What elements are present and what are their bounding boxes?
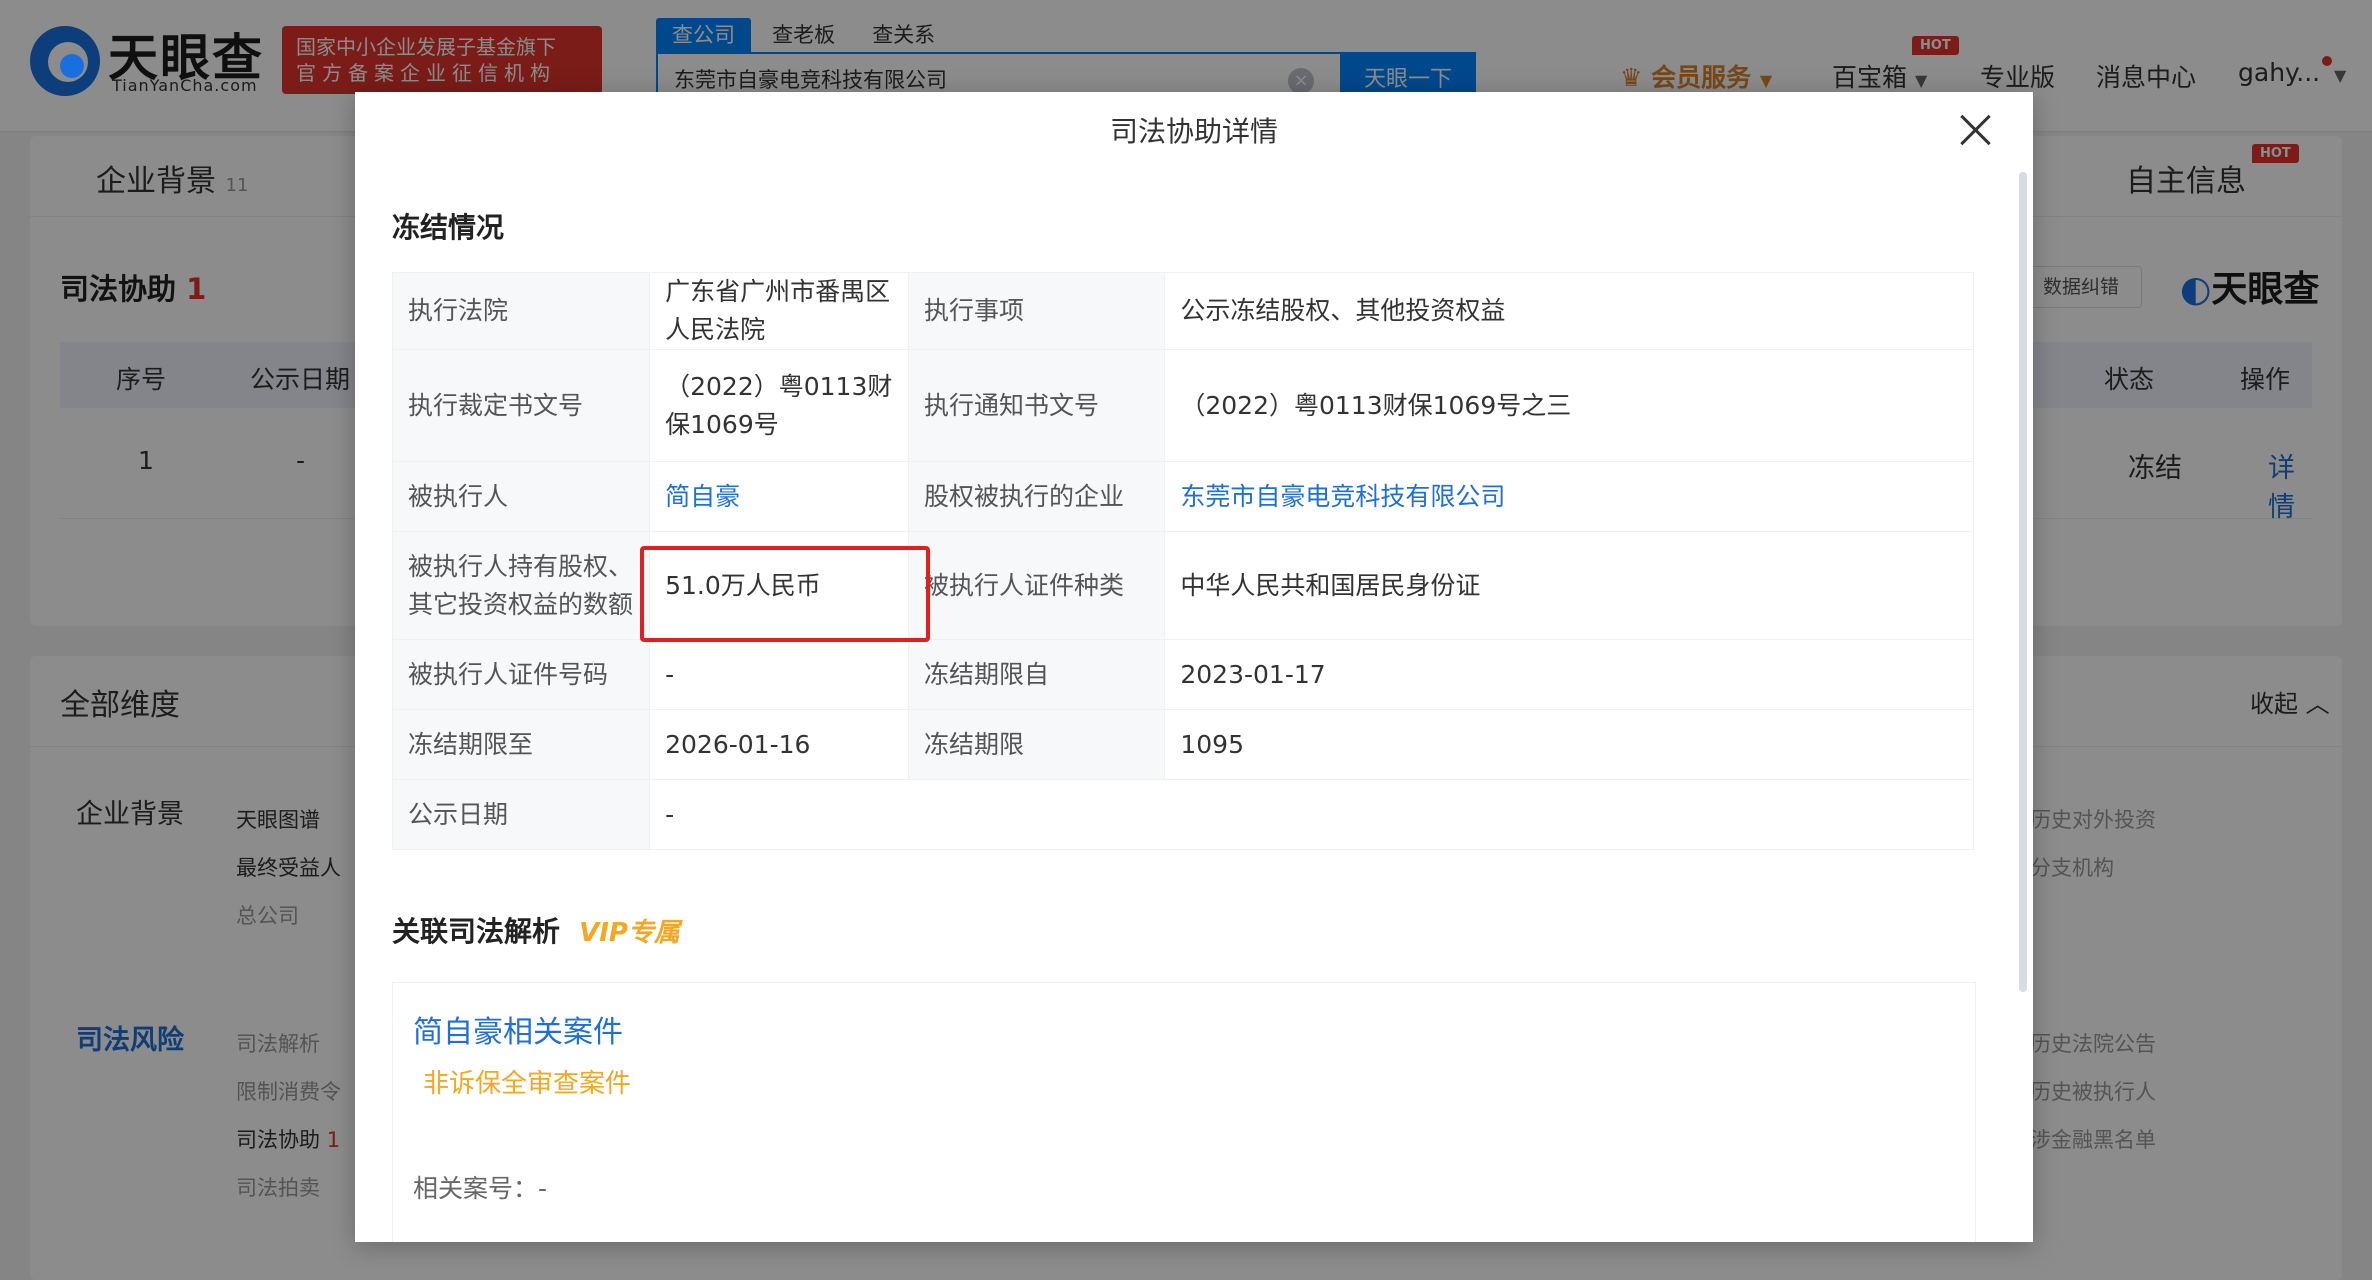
field-label: 被执行人持有股权、其它投资权益的数额	[391, 531, 651, 640]
table-row: 被执行人 简自豪 股权被执行的企业 东莞市自豪电竞科技有限公司	[391, 461, 1974, 532]
table-row: 被执行人证件号码 - 冻结期限自 2023-01-17	[391, 639, 1974, 710]
field-label: 执行裁定书文号	[391, 349, 651, 462]
field-label: 冻结期限自	[907, 639, 1166, 710]
freeze-section-title: 冻结情况	[392, 211, 505, 244]
field-label: 冻结期限	[907, 709, 1166, 780]
field-label: 执行通知书文号	[907, 349, 1166, 462]
related-case-type: 非诉保全审查案件	[423, 1069, 632, 1099]
field-value: 中华人民共和国居民身份证	[1164, 531, 1974, 640]
field-label: 被执行人证件种类	[907, 531, 1166, 640]
field-value: （2022）粤0113财保1069号之三	[1164, 349, 1974, 462]
freeze-detail-table: 执行法院 广东省广州市番禺区人民法院 执行事项 公示冻结股权、其他投资权益 执行…	[391, 272, 1974, 850]
case-number-value: -	[538, 1174, 548, 1203]
field-value: 2023-01-17	[1164, 639, 1974, 710]
field-value: （2022）粤0113财保1069号	[649, 349, 909, 462]
field-value: -	[649, 779, 1974, 850]
modal-title: 司法协助详情	[1109, 115, 1278, 148]
related-case-title[interactable]: 简自豪相关案件	[413, 1007, 623, 1051]
modal-scrollbar[interactable]	[2019, 172, 2027, 992]
related-case-card: 简自豪相关案件 非诉保全审查案件 相关案号：-	[392, 982, 1976, 1242]
red-highlight-box	[640, 546, 931, 642]
judicial-assist-detail-modal: 司法协助详情 冻结情况 执行法院 广东省广州市番禺区人民法院 执行事项 公示冻结…	[355, 92, 2033, 1242]
close-icon[interactable]	[1957, 112, 1993, 148]
table-row: 公示日期 -	[391, 779, 1974, 850]
field-label: 执行法院	[391, 272, 651, 350]
field-label: 执行事项	[907, 272, 1166, 350]
executed-person-link[interactable]: 简自豪	[649, 461, 909, 532]
table-row: 执行法院 广东省广州市番禺区人民法院 执行事项 公示冻结股权、其他投资权益	[391, 272, 1974, 350]
table-row: 冻结期限至 2026-01-16 冻结期限 1095	[391, 709, 1974, 780]
table-row: 执行裁定书文号 （2022）粤0113财保1069号 执行通知书文号 （2022…	[391, 349, 1974, 462]
vip-badge: VIP专属	[579, 918, 680, 948]
field-label: 股权被执行的企业	[907, 461, 1166, 532]
field-label: 被执行人	[391, 461, 651, 532]
field-label: 冻结期限至	[391, 709, 651, 780]
case-number-label: 相关案号：	[413, 1174, 539, 1203]
field-value: -	[649, 639, 909, 710]
field-label: 被执行人证件号码	[391, 639, 651, 710]
field-label: 公示日期	[391, 779, 651, 850]
related-case-number: 相关案号：-	[413, 1169, 547, 1205]
field-value: 公示冻结股权、其他投资权益	[1164, 272, 1974, 350]
table-row: 被执行人持有股权、其它投资权益的数额 51.0万人民币 被执行人证件种类 中华人…	[391, 531, 1974, 642]
equity-amount-cell: 51.0万人民币	[640, 531, 931, 642]
field-value: 2026-01-16	[649, 709, 909, 780]
field-value: 广东省广州市番禺区人民法院	[649, 272, 909, 350]
company-link[interactable]: 东莞市自豪电竞科技有限公司	[1164, 461, 1974, 532]
related-analysis-title: 关联司法解析	[392, 915, 561, 948]
field-value: 1095	[1164, 709, 1974, 780]
related-analysis-header: 关联司法解析 VIP专属	[392, 910, 680, 950]
